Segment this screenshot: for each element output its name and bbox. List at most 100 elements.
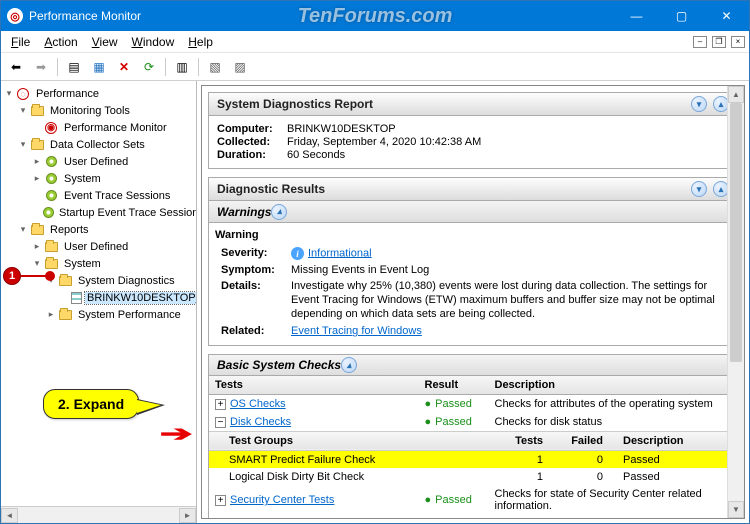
- delete-button[interactable]: ✕: [113, 56, 135, 78]
- tree-monitoring-tools[interactable]: Monitoring Tools: [48, 105, 132, 117]
- report-header: System Diagnostics Report ▾ ▴: [208, 92, 738, 116]
- menu-action[interactable]: Action: [38, 33, 83, 51]
- menu-window[interactable]: Window: [126, 33, 181, 51]
- help-button[interactable]: ▨: [229, 56, 251, 78]
- col-desc: Description: [489, 376, 738, 395]
- logi-tests: 1: [497, 468, 557, 486]
- col-desc: Description: [617, 431, 737, 450]
- twist-icon[interactable]: ▾: [31, 258, 43, 269]
- tree-perfmon[interactable]: Performance Monitor: [62, 122, 169, 134]
- menu-help[interactable]: Help: [182, 33, 219, 51]
- smart-failed: 0: [557, 450, 617, 468]
- table-row: +System Service Checks Passed Checks for…: [209, 514, 738, 518]
- details-label: Details:: [215, 278, 285, 323]
- maximize-button[interactable]: ▢: [659, 1, 704, 31]
- details-value: Investigate why 25% (10,380) events were…: [285, 278, 731, 323]
- os-checks-link[interactable]: OS Checks: [230, 398, 286, 410]
- duration-label: Duration:: [217, 149, 287, 161]
- minimize-button[interactable]: —: [614, 1, 659, 31]
- forward-button[interactable]: ➡: [30, 56, 52, 78]
- back-button[interactable]: ⬅: [5, 56, 27, 78]
- mdi-close-button[interactable]: ×: [731, 36, 745, 48]
- severity-label: Severity:: [215, 245, 285, 262]
- annotation-badge-1: 1: [3, 267, 21, 285]
- twist-icon[interactable]: ▸: [45, 309, 57, 320]
- basic-checks-title: Basic System Checks: [217, 358, 341, 372]
- service-checks-link[interactable]: System Service Checks: [230, 517, 346, 518]
- nav-tree[interactable]: ▾◌Performance ▾Monitoring Tools ◉Perform…: [1, 81, 197, 523]
- app-icon: ◎: [7, 8, 23, 24]
- annotation-arrow-icon: ➔: [160, 421, 193, 447]
- collapse-icon[interactable]: −: [215, 417, 226, 428]
- close-button[interactable]: ✕: [704, 1, 749, 31]
- collapse-button[interactable]: ▴: [341, 357, 357, 373]
- svc-desc: Checks for state of system services: [489, 514, 738, 518]
- mdi-minimize-button[interactable]: –: [693, 36, 707, 48]
- mdi-restore-button[interactable]: ❐: [712, 36, 726, 48]
- tree-sys-diag[interactable]: System Diagnostics: [76, 275, 177, 287]
- twist-icon[interactable]: ▾: [17, 139, 29, 150]
- folder-icon: [45, 259, 58, 269]
- logical-disk-row: Logical Disk Dirty Bit Check 1 0 Passed: [209, 468, 737, 486]
- tree-sets[interactable]: Startup Event Trace Sessions: [57, 207, 197, 219]
- passed-badge: Passed: [425, 416, 472, 428]
- tree-selected-report[interactable]: BRINKW10DESKTOP_2(: [85, 292, 197, 304]
- folder-icon: [31, 225, 44, 235]
- tree-reports[interactable]: Reports: [48, 224, 91, 236]
- report-icon: [71, 292, 82, 304]
- toolbar: ⬅ ➡ ▤ ▦ ✕ ⟳ ▥ ▧ ▨: [1, 53, 749, 81]
- table-row: +OS Checks Passed Checks for attributes …: [209, 395, 738, 413]
- annotation-callout: 2. Expand: [43, 389, 139, 419]
- tree-root[interactable]: Performance: [34, 88, 101, 100]
- computer-value: BRINKW10DESKTOP: [287, 123, 396, 135]
- twist-icon[interactable]: ▸: [31, 156, 43, 167]
- show-hide-tree-button[interactable]: ▤: [63, 56, 85, 78]
- refresh-button[interactable]: ⟳: [138, 56, 160, 78]
- related-link[interactable]: Event Tracing for Windows: [291, 325, 422, 337]
- smart-check-row: SMART Predict Failure Check 1 0 Passed: [209, 450, 737, 468]
- severity-link[interactable]: Informational: [308, 247, 372, 259]
- basic-checks-header: Basic System Checks ▴: [208, 354, 738, 376]
- tree-rep-sys[interactable]: System: [62, 258, 103, 270]
- tree-rep-ud[interactable]: User Defined: [62, 241, 130, 253]
- export-button[interactable]: ▧: [204, 56, 226, 78]
- expand-icon[interactable]: +: [215, 495, 226, 506]
- col-result: Result: [419, 376, 489, 395]
- twist-icon[interactable]: ▾: [17, 105, 29, 116]
- symptom-value: Missing Events in Event Log: [285, 262, 731, 278]
- menu-view[interactable]: View: [86, 33, 124, 51]
- warning-panel: Warning Severity:iInformational Symptom:…: [208, 223, 738, 346]
- section-menu-button[interactable]: ▾: [691, 96, 707, 112]
- col-tests: Tests: [497, 431, 557, 450]
- tree-ets[interactable]: Event Trace Sessions: [62, 190, 172, 202]
- disk-checks-link[interactable]: Disk Checks: [230, 416, 291, 428]
- tree-system[interactable]: System: [62, 173, 103, 185]
- smart-label: SMART Predict Failure Check: [209, 450, 497, 468]
- tree-hscrollbar[interactable]: ◄►: [1, 506, 196, 523]
- twist-icon[interactable]: ▸: [31, 173, 43, 184]
- twist-icon[interactable]: ▾: [3, 88, 15, 99]
- tree-dcs[interactable]: Data Collector Sets: [48, 139, 147, 151]
- collapse-button[interactable]: ▴: [271, 204, 287, 220]
- twist-icon[interactable]: ▾: [17, 224, 29, 235]
- col-tests: Tests: [209, 376, 419, 395]
- tree-user-defined[interactable]: User Defined: [62, 156, 130, 168]
- folder-icon: [59, 310, 72, 320]
- properties-button[interactable]: ▥: [171, 56, 193, 78]
- security-tests-link[interactable]: Security Center Tests: [230, 494, 334, 506]
- content-vscrollbar[interactable]: ▲ ▼: [727, 86, 744, 518]
- section-menu-button[interactable]: ▾: [691, 181, 707, 197]
- related-label: Related:: [215, 323, 285, 339]
- new-window-button[interactable]: ▦: [88, 56, 110, 78]
- folder-icon: [45, 242, 58, 252]
- folder-icon: [31, 140, 44, 150]
- gear-icon: [46, 156, 57, 167]
- warning-title: Warning: [215, 229, 731, 241]
- tree-sys-perf[interactable]: System Performance: [76, 309, 183, 321]
- expand-icon[interactable]: +: [215, 399, 226, 410]
- col-test-groups: Test Groups: [209, 431, 497, 450]
- test-groups-table: Test Groups Tests Failed Description SMA…: [209, 431, 737, 487]
- twist-icon[interactable]: ▸: [31, 241, 43, 252]
- menu-file[interactable]: File: [5, 33, 36, 51]
- col-failed: Failed: [557, 431, 617, 450]
